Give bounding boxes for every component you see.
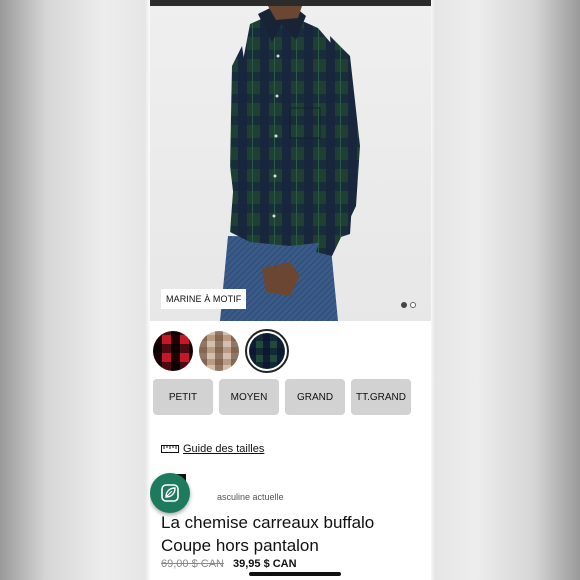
carousel-dot-2[interactable] <box>410 302 416 308</box>
original-price: 69,00 $ CAN <box>161 558 224 570</box>
price-row: 69,00 $ CAN 39,95 $ CAN <box>161 558 297 570</box>
product-page: MARINE À MOTIF PETIT MOYEN GRAND TT.GRAN… <box>150 0 431 580</box>
size-guide-label: Guide des tailles <box>183 443 265 455</box>
swatch-navy-green-fill <box>249 333 285 369</box>
model-photo <box>220 6 360 321</box>
color-swatches <box>153 329 289 373</box>
size-guide-link[interactable]: Guide des tailles <box>161 443 264 455</box>
color-label: MARINE À MOTIF <box>161 289 247 309</box>
swatch-navy-green-plaid[interactable] <box>245 329 289 373</box>
size-selector: PETIT MOYEN GRAND TT.GRAND <box>153 379 411 415</box>
home-indicator <box>249 572 341 576</box>
leaf-badge-button[interactable] <box>150 473 190 513</box>
size-button-grand[interactable]: GRAND <box>285 379 345 415</box>
product-category: asculine actuelle <box>217 492 284 502</box>
size-button-tt-grand[interactable]: TT.GRAND <box>351 379 411 415</box>
swatch-red-black-plaid[interactable] <box>153 331 193 371</box>
swatch-beige-plaid[interactable] <box>199 331 239 371</box>
product-image-carousel[interactable]: MARINE À MOTIF <box>150 6 431 321</box>
carousel-dot-1[interactable] <box>401 302 407 308</box>
size-button-petit[interactable]: PETIT <box>153 379 213 415</box>
ruler-icon <box>161 445 179 453</box>
product-title: La chemise carreaux buffalo Coupe hors p… <box>161 513 375 555</box>
carousel-indicator[interactable] <box>401 302 416 308</box>
sale-price: 39,95 $ CAN <box>232 558 297 570</box>
category-cover <box>192 490 218 504</box>
leaf-badge-icon <box>161 484 179 502</box>
size-button-moyen[interactable]: MOYEN <box>219 379 279 415</box>
